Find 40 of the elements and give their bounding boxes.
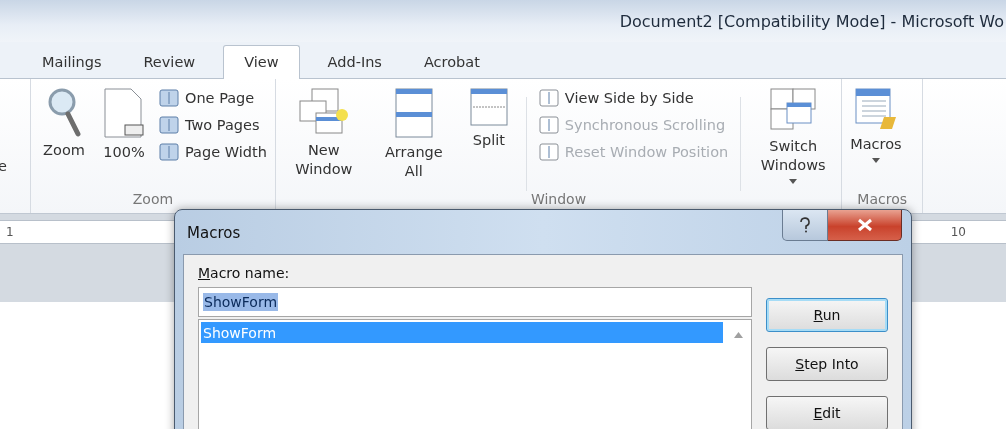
help-button[interactable] [782,210,828,241]
dialog-button[interactable]: Step Into [766,347,888,381]
page-icon [103,87,145,139]
ribbon-button[interactable]: Switch Windows [753,87,834,184]
windows-icon [769,87,818,133]
ribbon-tab[interactable]: Acrobat [409,47,494,78]
macro-name-field[interactable]: ShowForm [198,287,752,317]
help-icon [799,217,811,233]
magnifier-icon [46,87,82,137]
group-label: Window [529,191,588,209]
ribbon-button[interactable]: Page Width [159,143,267,161]
ribbon-button[interactable]: Two Pages [159,116,267,134]
ribbon-tab[interactable]: Mailings [28,47,116,78]
ribbon-button[interactable]: One Page [159,89,267,107]
close-button[interactable] [828,210,902,241]
ribbon-tab[interactable]: Review [129,47,210,78]
windows-icon [297,87,350,137]
close-icon [856,218,873,232]
macro-sheet-icon [853,87,898,131]
ribbon-button[interactable]: 100% [99,87,149,162]
ribbon-button[interactable]: New Window [283,87,364,179]
ribbon-button[interactable]: Macros [850,87,902,163]
group-label: Macros [856,191,909,209]
ribbon-button[interactable]: Zoom [39,87,89,160]
ribbon-button[interactable]: Split [463,87,514,150]
group-label: Zoom [131,191,175,209]
dialog-button[interactable]: Run [766,298,888,332]
stacked-windows-icon [393,87,434,139]
ruler-number: 10 [950,225,966,239]
window-title: Document2 [Compatibility Mode] - Microsoft Wo [619,11,1004,31]
ribbon-button[interactable]: View Side by Side [538,89,729,107]
ribbon-tab[interactable]: Add-Ins [313,47,396,78]
ribbon-tab[interactable]: View [223,45,300,79]
split-window-icon [468,87,509,127]
field-label: Macro name: [198,265,291,281]
ribbon-button[interactable]: Arrange All [373,87,454,181]
dialog-button[interactable]: Edit [766,396,888,429]
dialog-title: Macros [187,224,241,242]
scroll-up-icon[interactable] [733,332,743,338]
ruler-number: 1 [6,225,14,239]
